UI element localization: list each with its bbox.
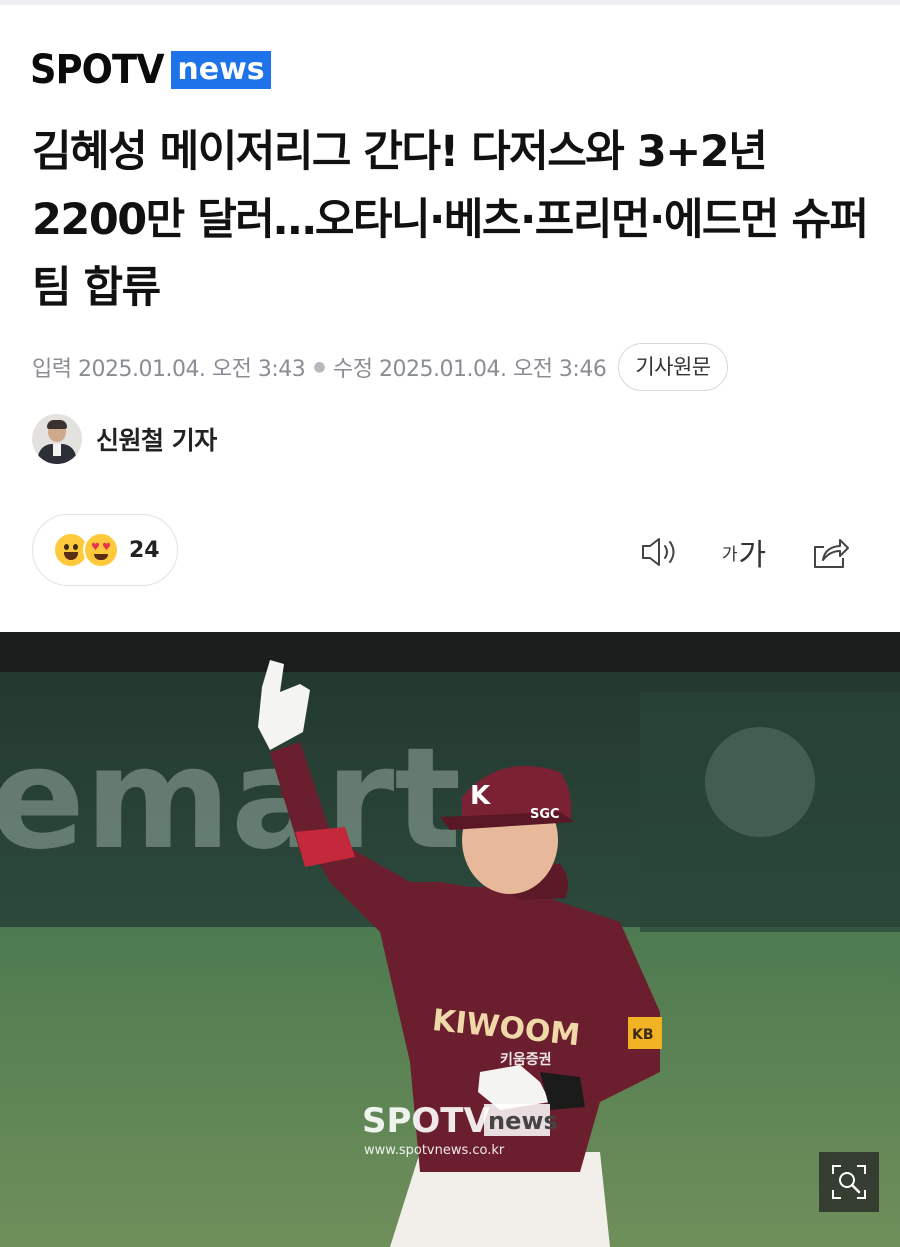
helmet-sgc-mark: SGC bbox=[530, 807, 560, 822]
article-photo[interactable]: emart K SGC KIWOOM 키움증권 KB SPOTV news ww… bbox=[0, 632, 900, 1247]
font-size-icon[interactable]: 가가 bbox=[718, 530, 770, 574]
article-headline: 김혜성 메이저리그 간다! 다저스와 3+2년 2200만 달러…오타니·베츠·… bbox=[32, 127, 869, 313]
published-time: 입력 2025.01.04. 오전 3:43 bbox=[32, 357, 306, 382]
sleeve-kb-patch: KB bbox=[632, 1027, 654, 1043]
share-icon[interactable] bbox=[808, 530, 852, 574]
heart-eyes-emoji-icon: ♥ ♥ bbox=[83, 532, 119, 568]
author-name: 신원철 기자 bbox=[96, 426, 217, 455]
meta-separator: ● bbox=[313, 359, 326, 375]
logo-spotv: SPOTV bbox=[30, 47, 165, 93]
font-large-label: 가 bbox=[738, 538, 767, 573]
author-row[interactable]: 신원철 기자 bbox=[32, 414, 217, 464]
jersey-sub-text: 키움증권 bbox=[500, 1052, 552, 1068]
modified-time: 수정 2025.01.04. 오전 3:46 bbox=[333, 357, 607, 382]
top-divider bbox=[0, 0, 900, 5]
original-article-button[interactable]: 기사원문 bbox=[618, 343, 728, 391]
zoom-icon[interactable] bbox=[819, 1152, 879, 1212]
logo-news-badge: news bbox=[171, 51, 271, 89]
watermark-news: news bbox=[488, 1107, 558, 1135]
helmet-k-mark: K bbox=[470, 781, 491, 811]
speaker-icon[interactable] bbox=[638, 530, 680, 574]
banner-emart-text: emart bbox=[0, 718, 461, 881]
reaction-button[interactable]: ♥ ♥ 24 bbox=[32, 514, 178, 586]
site-logo[interactable]: SPOTV news bbox=[30, 50, 271, 90]
article-meta: 입력 2025.01.04. 오전 3:43 ● 수정 2025.01.04. … bbox=[32, 343, 728, 391]
watermark-spotv: SPOTV bbox=[362, 1101, 491, 1141]
watermark-url: www.spotvnews.co.kr bbox=[364, 1143, 505, 1158]
author-avatar bbox=[32, 414, 82, 464]
font-small-label: 가 bbox=[721, 544, 738, 565]
reaction-count: 24 bbox=[129, 537, 160, 563]
